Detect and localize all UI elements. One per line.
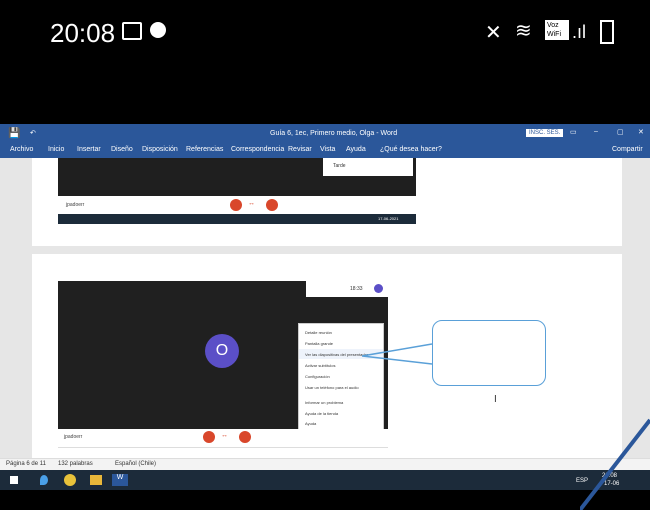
tell-me-search[interactable]: ¿Qué desea hacer? [380,146,442,153]
signal-icon: .ıl [572,22,587,42]
maximize-button[interactable]: ▢ [617,128,624,136]
profile-avatar[interactable] [374,284,383,293]
menu-item[interactable]: Configuración [305,374,330,379]
tab-ayuda[interactable]: Ayuda [346,146,366,153]
close-button[interactable]: ✕ [638,128,644,136]
tab-correspondencia[interactable]: Correspondencia [231,146,284,153]
tab-disposicion[interactable]: Disposición [142,146,178,153]
top-taskbar-date: 17-06-2021 [378,216,399,221]
word-count: 132 palabras [58,461,93,467]
meeting-clock: 18:33 [350,286,363,292]
text-cursor: I [494,394,497,405]
more-options-menu: Detalle reunión Pantalla grande Ver las … [298,323,384,431]
signin-badge[interactable]: INSC. SES. [526,129,564,137]
mic-off-icon[interactable] [230,199,242,211]
menu-item[interactable]: Activar subtítulos [305,363,335,368]
folder-icon[interactable] [90,475,102,485]
call-bar: jpadoerr ↔ [58,429,388,448]
app-icon[interactable] [40,475,48,485]
tab-insertar[interactable]: Insertar [77,146,101,153]
top-taskbar: 17-06-2021 [58,214,416,224]
tab-diseno[interactable]: Diseño [111,146,133,153]
windows-taskbar: W ESP 20:08 17-06 [0,470,650,490]
end-call-button[interactable] [239,431,251,443]
page-main: 18:33 O Detalle reunión Pantalla grande … [32,254,622,458]
popup-item[interactable]: Tarde [333,163,346,169]
word-taskbar-icon[interactable]: W [112,474,128,486]
message-icon [150,22,166,38]
battery-icon [600,20,614,44]
menu-item[interactable]: Usar un teléfono para el audio [305,385,359,390]
tab-referencias[interactable]: Referencias [186,146,223,153]
meeting-header: 18:33 [306,281,388,297]
menu-item[interactable]: Detalle reunión [305,330,332,335]
tab-archivo[interactable]: Archivo [10,146,33,153]
clock-time: 20:08 [50,18,116,48]
page-count: Página 6 de 11 [6,461,46,467]
top-call-bar: jpadoerr ↔ [58,196,416,215]
undo-icon[interactable]: ↶ [30,129,36,137]
participant-avatar: O [205,334,239,368]
top-popup: Tarde [323,158,413,176]
mute-icon: ✕ [485,22,502,44]
video-panel: 18:33 O Detalle reunión Pantalla grande … [58,281,388,431]
share-screen-icon[interactable]: ↔ [221,432,228,439]
minimize-button[interactable]: – [594,128,598,135]
callout-pointer [362,343,433,365]
windows-start-icon[interactable] [10,476,18,484]
phone-status-bar: 20:08 ✕ ≋ Voz WiFi .ıl [0,0,650,120]
end-call-icon[interactable] [266,199,278,211]
pen-stroke [580,418,650,510]
share-button[interactable]: Compartir [612,146,643,153]
share-icon[interactable]: ↔ [248,200,255,207]
chrome-icon[interactable] [64,474,76,486]
volte-badge: Voz WiFi [545,20,569,40]
menu-item[interactable]: Informar un problema [305,400,343,405]
language: Español (Chile) [115,461,157,467]
document-title: Guía 6, 1ec, Primero medio, Olga - Word [270,130,398,137]
phone-bottom-bezel [0,490,650,510]
menu-item[interactable]: Ayuda [305,421,316,426]
document-area: Tarde jpadoerr ↔ 17-06-2021 18:33 O Deta… [0,158,650,458]
top-video-panel: Tarde [58,158,416,196]
menu-item[interactable]: Ver las diapositivas del presentador [305,352,368,357]
callout-shape[interactable] [432,320,546,386]
word-title-bar: 💾 ↶ Guía 6, 1ec, Primero medio, Olga - W… [0,124,650,144]
mic-off-button[interactable] [203,431,215,443]
user-name: jpadoerr [64,434,83,440]
tab-inicio[interactable]: Inicio [48,146,64,153]
ribbon-tabs: Archivo Inicio Insertar Diseño Disposici… [0,144,650,158]
gallery-icon [122,22,142,40]
tab-vista[interactable]: Vista [320,146,335,153]
top-user-name: jpadoerr [66,202,85,208]
save-icon[interactable]: 💾 [8,128,20,139]
wifi-icon: ≋ [515,20,532,42]
tab-revisar[interactable]: Revisar [288,146,312,153]
menu-item[interactable]: Ayuda de la tienda [305,411,338,416]
menu-item[interactable]: Pantalla grande [305,341,333,346]
page-top: Tarde jpadoerr ↔ 17-06-2021 [32,158,622,246]
ribbon-options-icon[interactable]: ▭ [570,128,577,136]
